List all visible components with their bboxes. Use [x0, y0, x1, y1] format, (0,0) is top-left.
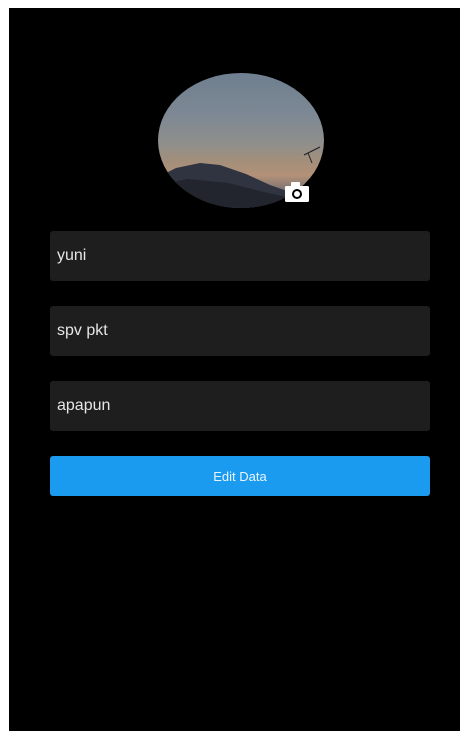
- edit-profile-screen: yuni spv pkt apapun Edit Data: [9, 8, 460, 731]
- edit-data-button[interactable]: Edit Data: [50, 456, 430, 496]
- extra-field[interactable]: apapun: [50, 381, 430, 431]
- extra-field-value: apapun: [57, 397, 111, 414]
- edit-data-button-label: Edit Data: [213, 468, 267, 484]
- profile-photo-area: [158, 73, 324, 208]
- position-field[interactable]: spv pkt: [50, 306, 430, 356]
- name-field[interactable]: yuni: [50, 231, 430, 281]
- position-field-value: spv pkt: [57, 322, 108, 339]
- camera-icon[interactable]: [282, 181, 312, 203]
- camera-icon-graphic: [285, 182, 309, 202]
- name-field-value: yuni: [57, 247, 87, 264]
